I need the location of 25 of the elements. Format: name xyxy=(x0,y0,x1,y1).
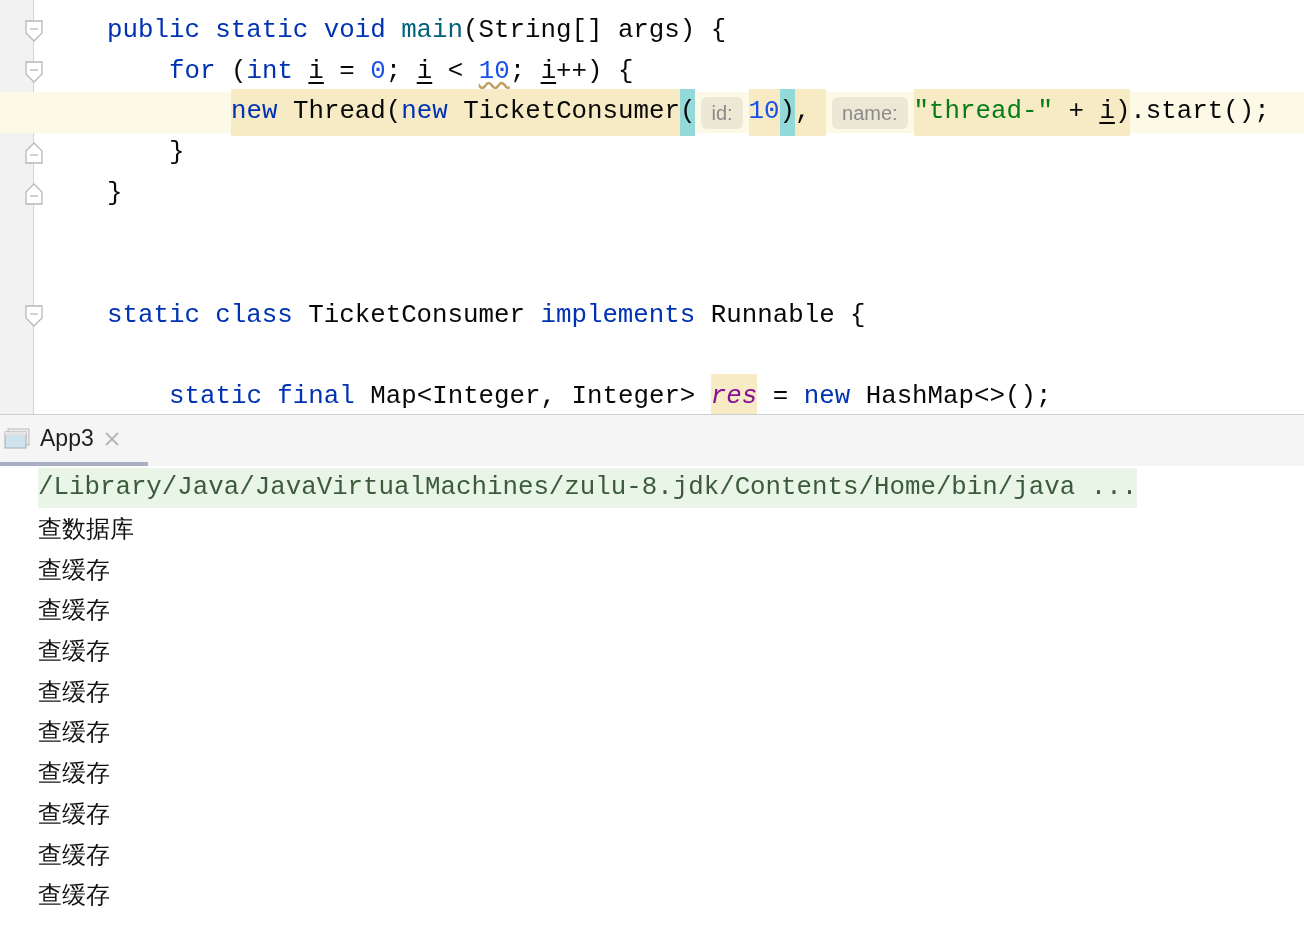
console-command: /Library/Java/JavaVirtualMachines/zulu-8.jdk/Contents/Home/bin/java ... xyxy=(38,468,1138,509)
console-output-line: 查缓存 xyxy=(38,717,110,748)
close-icon[interactable] xyxy=(103,430,120,447)
console-output-line: 查数据库 xyxy=(38,514,134,545)
console-output-line: 查缓存 xyxy=(38,676,110,707)
code-line: new Thread(new TicketConsumer( id: 10), name: "thread-" + i).start(); xyxy=(231,92,1270,134)
console-output-line: 查缓存 xyxy=(38,880,110,911)
console-output-line: 查缓存 xyxy=(38,636,110,667)
console-output-line: 查缓存 xyxy=(38,798,110,829)
console-output-line: 查缓存 xyxy=(38,595,110,626)
code-line: } xyxy=(107,177,123,210)
console-output-line: 查缓存 xyxy=(38,758,110,789)
fold-marker-icon[interactable] xyxy=(25,304,43,327)
console-output-line: 查缓存 xyxy=(38,839,110,870)
code-line: } xyxy=(169,137,185,170)
fold-marker-icon[interactable] xyxy=(25,20,43,42)
console-window-icon xyxy=(4,427,30,450)
code-line: static class TicketConsumer implements Runnable { xyxy=(107,299,866,332)
tab-label: App3 xyxy=(40,424,94,454)
console-output-line: 查缓存 xyxy=(38,554,110,585)
code-line: for (int i = 0; i < 10; i++) { xyxy=(169,55,634,88)
code-line: public static void main(String[] args) { xyxy=(107,15,727,47)
parameter-hint: id: xyxy=(701,96,743,129)
fold-marker-icon[interactable] xyxy=(25,60,43,83)
parameter-hint: name: xyxy=(832,96,908,129)
